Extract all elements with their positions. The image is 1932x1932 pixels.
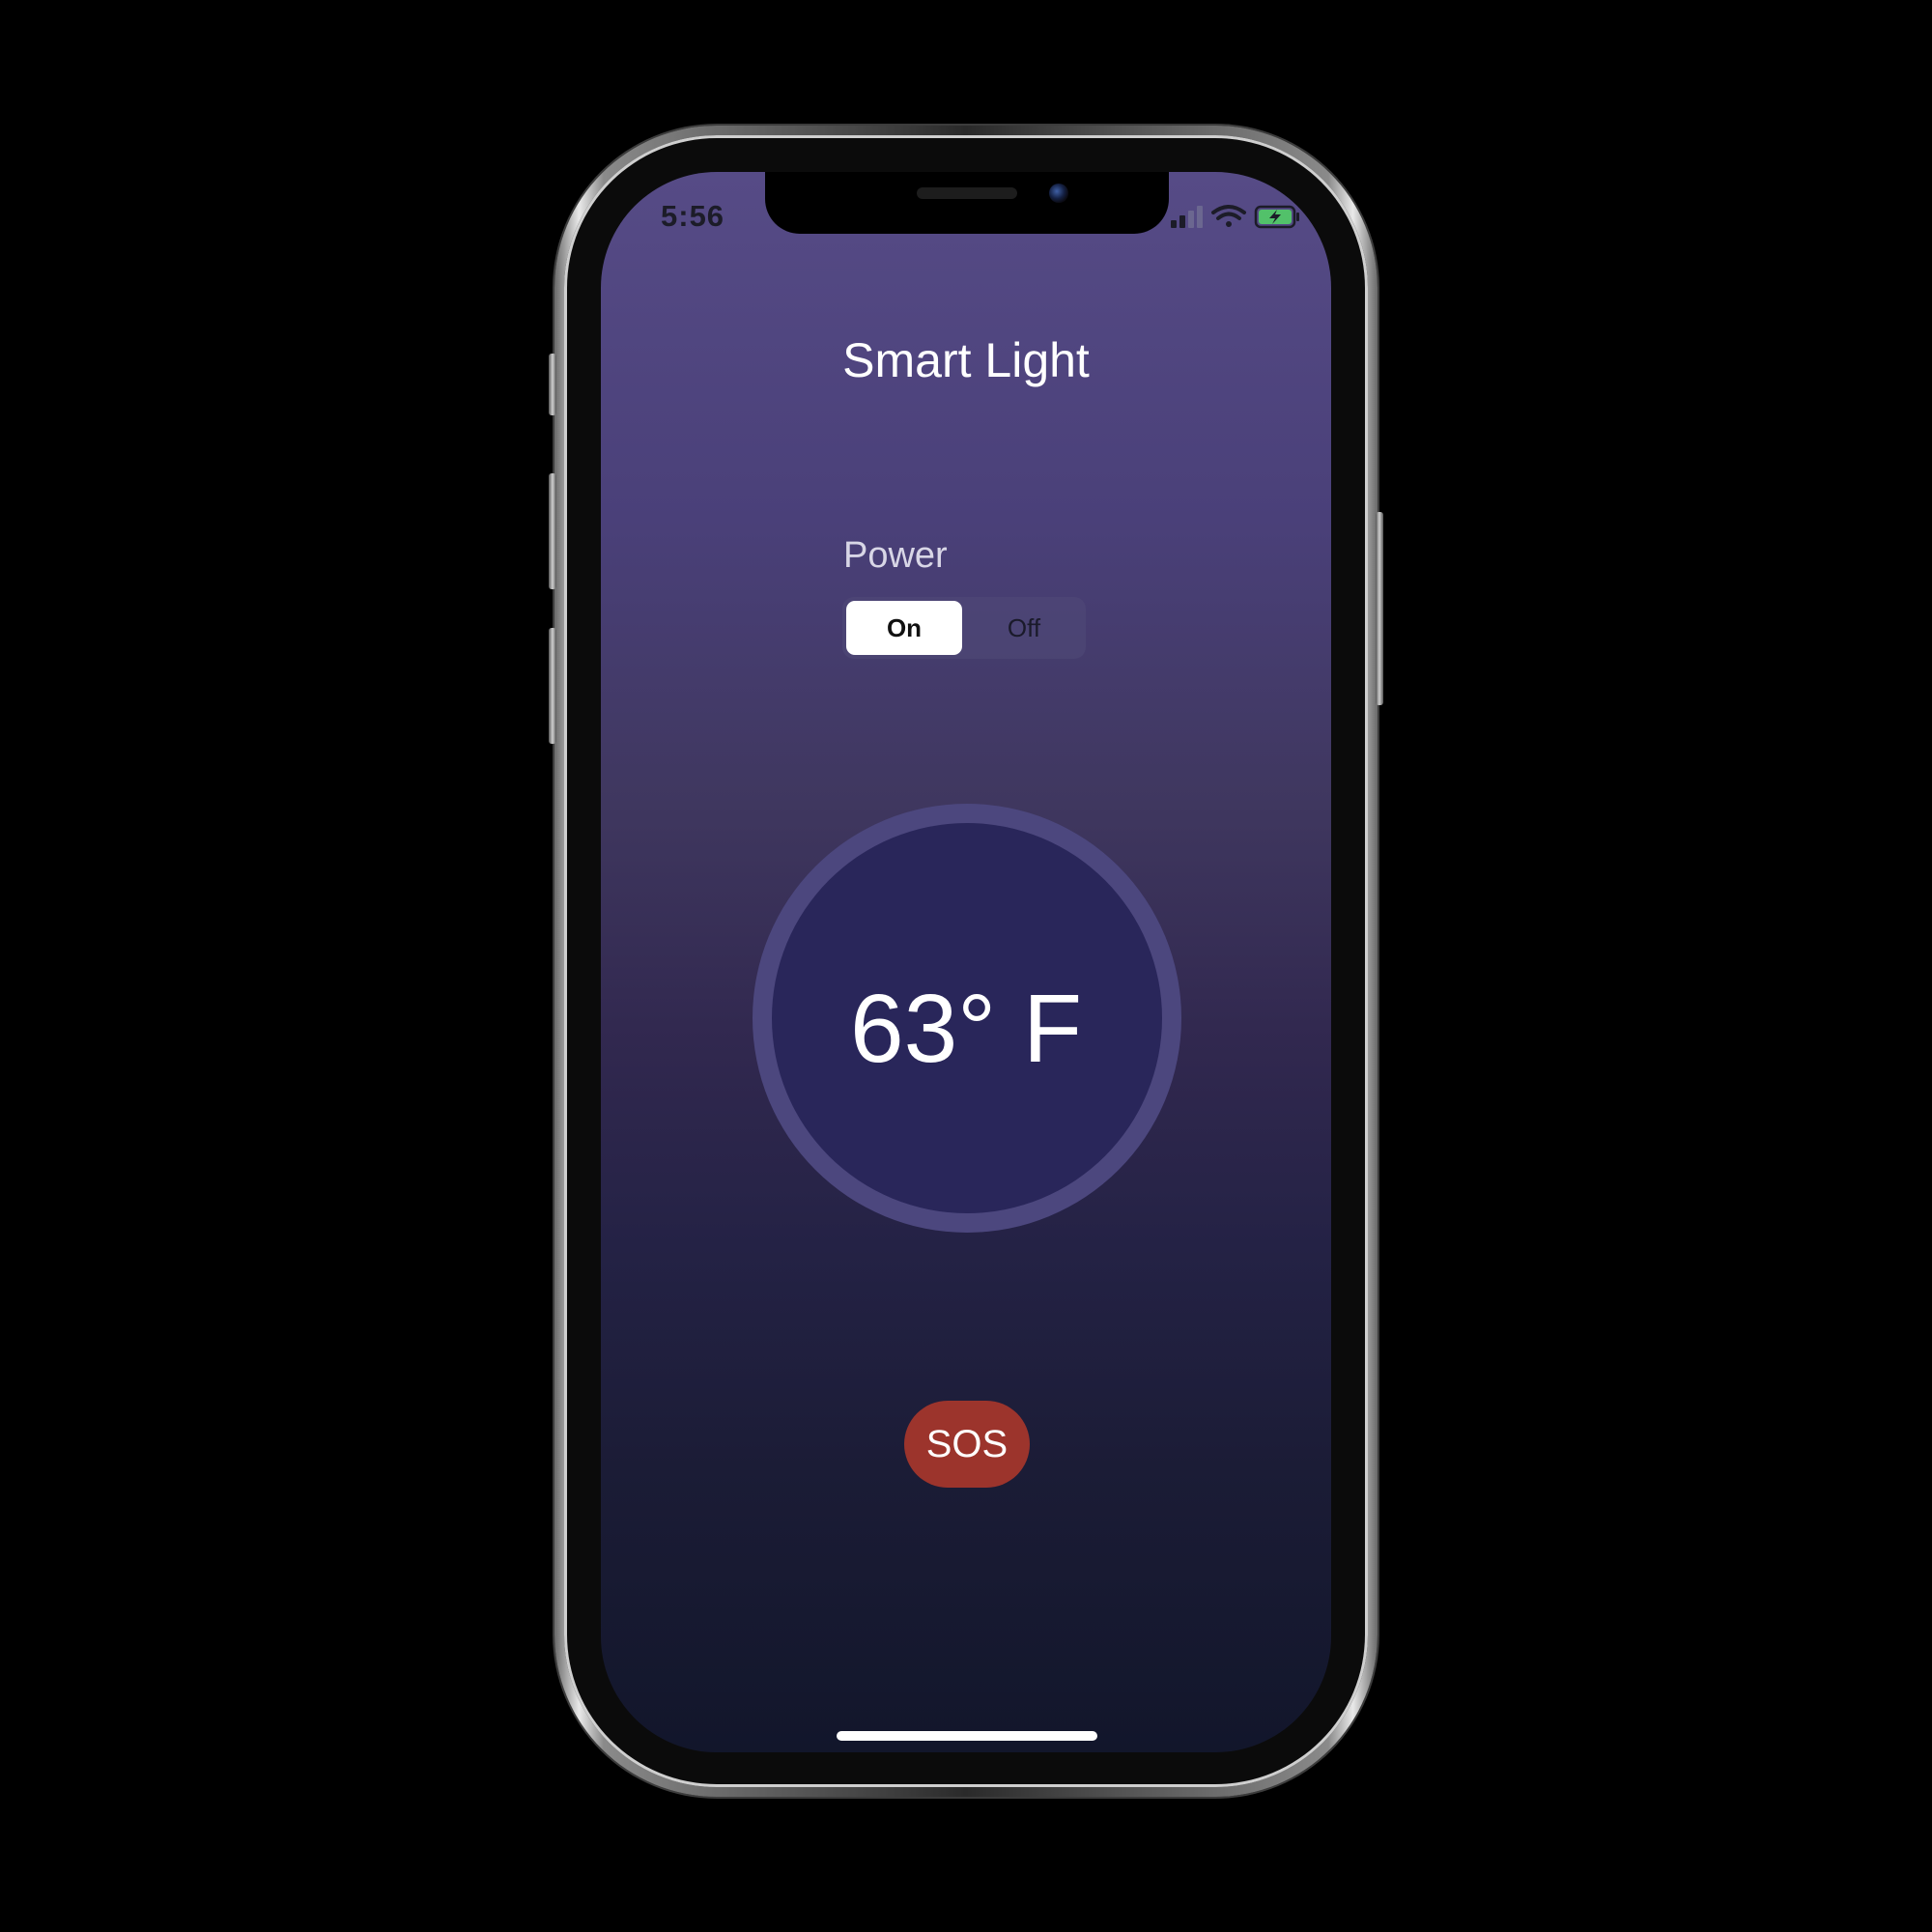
- power-label: Power: [843, 535, 948, 576]
- power-off-option[interactable]: Off: [966, 601, 1082, 655]
- app-title: Smart Light: [842, 333, 1090, 387]
- power-on-option[interactable]: On: [846, 601, 962, 655]
- speaker-grille: [917, 187, 1017, 199]
- power-side-button: [1376, 512, 1383, 705]
- wifi-icon: [1211, 205, 1246, 227]
- volume-up-button: [549, 473, 556, 589]
- power-segmented-control[interactable]: On Off: [842, 597, 1086, 659]
- sos-button[interactable]: SOS: [904, 1401, 1030, 1488]
- notch: [765, 172, 1169, 234]
- battery-charging-icon: [1254, 205, 1299, 229]
- home-indicator[interactable]: [837, 1731, 1097, 1741]
- front-camera: [1049, 184, 1068, 203]
- status-time: 5:56: [661, 199, 725, 233]
- app-screen: 5:56 Smart Light Power On Off 63° F SOS: [601, 172, 1331, 1752]
- status-icons: [1171, 205, 1299, 229]
- silent-switch: [549, 354, 556, 415]
- temperature-readout: 63° F: [849, 975, 1083, 1083]
- volume-down-button: [549, 628, 556, 744]
- cellular-signal-icon: [1171, 206, 1203, 228]
